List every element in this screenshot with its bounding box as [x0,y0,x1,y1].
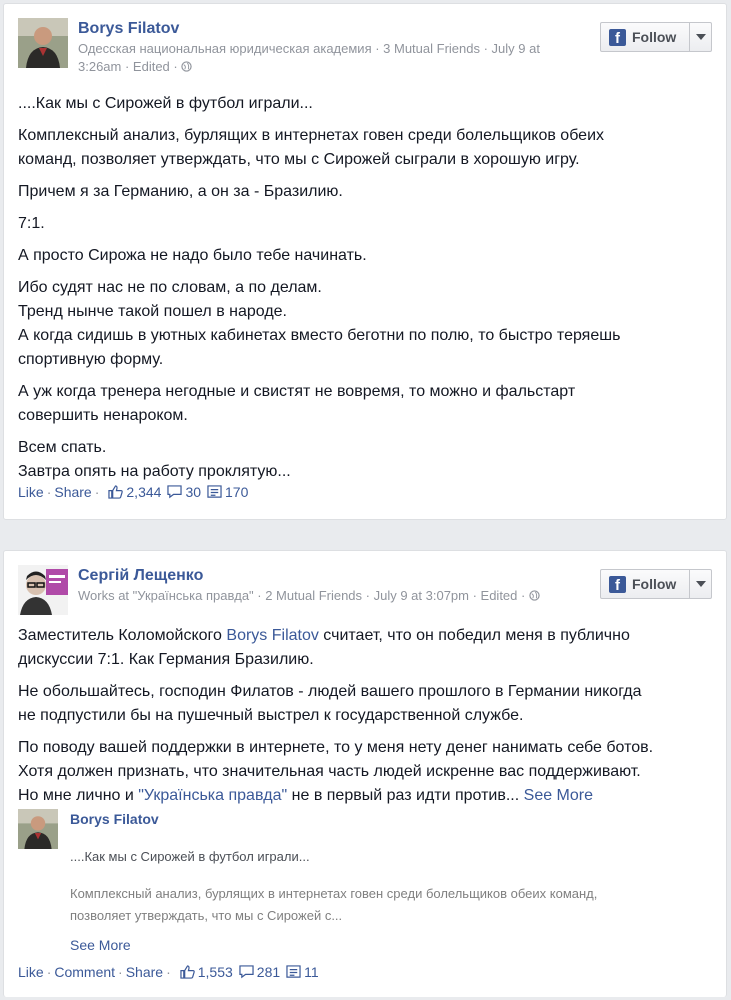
timestamp[interactable]: 3:26am · Edited · [78,59,178,74]
shares-count[interactable]: 170 [207,484,248,500]
follow-button: f Follow [600,569,712,599]
post-header: Borys Filatov Одесская национальная юрид… [18,18,712,78]
separator: · [94,484,100,500]
thumbs-up-icon [180,965,195,979]
comments-count[interactable]: 30 [167,484,201,500]
see-more-link[interactable]: See More [524,787,593,804]
post-meta: Borys Filatov Одесская национальная юрид… [78,18,582,76]
shared-excerpt: Комплексный анализ, бурлящих в интернета… [70,886,598,923]
follow-dropdown[interactable] [689,570,711,598]
post-paragraph: Ибо судят нас не по словам, а по делам. Т… [18,279,621,368]
chevron-down-icon [695,34,706,40]
post-paragraph: ....Как мы с Сирожей в футбол играли... [18,95,313,112]
facebook-icon: f [609,28,626,46]
separator: · [118,964,123,980]
meta-line: Одесская национальная юридическая академ… [78,41,540,56]
post-paragraph: Причем я за Германию, а он за - Бразилию… [18,183,343,200]
post-header: Сергій Лещенко Works at "Українська прав… [18,565,712,625]
post-body: Заместитель Коломойского Borys Filatov с… [18,624,712,816]
post-card: Сергій Лещенко Works at "Українська прав… [3,550,727,997]
separator: · [166,964,171,980]
follow-label: Follow [632,29,677,45]
chevron-down-icon [695,581,706,587]
facebook-icon: f [609,575,626,593]
shared-title: ....Как мы с Сирожей в футбол играли... [70,849,310,864]
comment-link[interactable]: Comment [54,964,115,980]
likes-count[interactable]: 1,553 [180,964,233,980]
page-link[interactable]: "Українська правда" [138,787,287,804]
comment-icon [239,965,254,979]
shared-post[interactable]: Borys Filatov ....Как мы с Сирожей в фут… [18,809,712,959]
follow-main[interactable]: f Follow [601,23,689,51]
meta-line: Works at "Українська правда" · 2 Mutual … [78,587,582,605]
globe-icon [529,588,540,603]
shared-see-more-link[interactable]: See More [70,937,131,953]
mention-link[interactable]: Borys Filatov [226,627,318,644]
avatar[interactable] [18,809,58,849]
comment-icon [167,485,183,499]
avatar[interactable] [18,18,68,68]
separator: · [46,964,52,980]
like-link[interactable]: Like [18,484,44,500]
post-paragraph: Всем спать. Завтра опять на работу прокля… [18,439,291,480]
post-actions: Like · Comment · Share · 1,553 281 11 [18,964,319,980]
post-paragraph: По поводу вашей поддержки в интернете, т… [18,739,654,804]
follow-button: f Follow [600,22,712,52]
share-link[interactable]: Share [54,484,91,500]
meta-line-2: 3:26am · Edited · [78,58,582,76]
follow-main[interactable]: f Follow [601,570,689,598]
post-meta: Сергій Лещенко Works at "Українська прав… [78,565,582,605]
avatar[interactable] [18,565,68,615]
shares-count[interactable]: 11 [286,964,319,980]
separator: · [46,484,52,500]
thumbs-up-icon [108,485,124,499]
post-paragraph: Не обольшайтесь, господин Филатов - люде… [18,683,642,724]
like-link[interactable]: Like [18,964,44,980]
post-paragraph: 7:1. [18,215,45,232]
share-icon [286,965,301,978]
likes-count[interactable]: 2,344 [108,484,161,500]
post-card: Borys Filatov Одесская национальная юрид… [3,3,727,520]
post-paragraph: А просто Сирожа не надо было тебе начина… [18,247,367,264]
post-paragraph: Заместитель Коломойского Borys Filatov с… [18,627,630,668]
follow-label: Follow [632,576,677,592]
follow-dropdown[interactable] [689,23,711,51]
share-link[interactable]: Share [126,964,163,980]
comments-count[interactable]: 281 [239,964,280,980]
post-body: ....Как мы с Сирожей в футбол играли... … [18,92,712,492]
share-icon [207,485,222,498]
post-paragraph: Комплексный анализ, бурлящих в интернета… [18,127,605,168]
author-name[interactable]: Сергій Лещенко [78,565,582,587]
globe-icon [181,59,193,74]
post-paragraph: А уж когда тренера негодные и свистят не… [18,383,576,424]
shared-author-name[interactable]: Borys Filatov [70,811,159,827]
post-actions: Like · Share · 2,344 30 170 [18,484,248,500]
author-name[interactable]: Borys Filatov [78,18,582,40]
